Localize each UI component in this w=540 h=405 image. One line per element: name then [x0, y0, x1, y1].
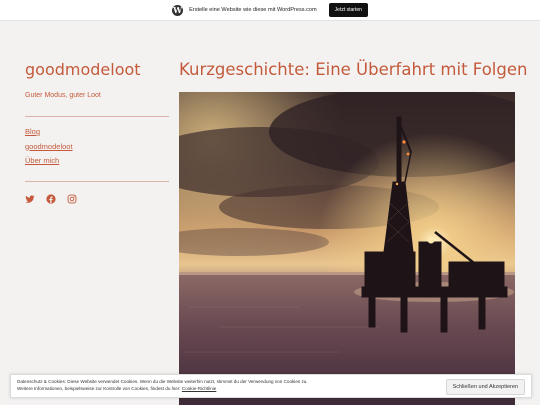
site-title[interactable]: goodmodeloot: [25, 60, 141, 79]
oil-rig-sunset-image: [179, 92, 515, 405]
main-navigation: Blog goodmodeloot Über mich: [25, 127, 73, 171]
start-now-button[interactable]: Jetzt starten: [328, 3, 368, 17]
divider: [25, 181, 169, 182]
cookie-policy-link[interactable]: Cookie-Richtlinie: [182, 386, 216, 391]
cookie-consent-banner: Datenschutz & Cookies: Diese Website ver…: [10, 374, 532, 398]
close-and-accept-button[interactable]: Schließen und Akzeptieren: [445, 379, 525, 395]
divider: [25, 116, 169, 117]
nav-item-goodmodeloot[interactable]: goodmodeloot: [25, 142, 73, 151]
facebook-icon[interactable]: [46, 191, 56, 204]
cookie-line-1: Datenschutz & Cookies: Diese Website ver…: [17, 379, 308, 384]
wordpress-promo-bar: W Erstelle eine Website wie diese mit Wo…: [0, 0, 540, 21]
social-links: [25, 191, 77, 204]
cookie-line-2: Weitere Informationen, beispielsweise zu…: [17, 385, 182, 391]
nav-item-about[interactable]: Über mich: [25, 156, 73, 165]
twitter-icon[interactable]: [25, 191, 35, 203]
promo-text: Erstelle eine Website wie diese mit Word…: [189, 7, 317, 13]
cookie-notice-text: Datenschutz & Cookies: Diese Website ver…: [17, 379, 417, 392]
post-title[interactable]: Kurzgeschichte: Eine Überfahrt mit Folge…: [179, 60, 527, 79]
nav-item-blog[interactable]: Blog: [25, 127, 73, 136]
wordpress-logo-icon: W: [172, 4, 184, 16]
site-tagline: Guter Modus, guter Loot: [25, 92, 101, 99]
featured-image-oil-rig[interactable]: [179, 92, 515, 405]
instagram-icon[interactable]: [67, 191, 77, 204]
